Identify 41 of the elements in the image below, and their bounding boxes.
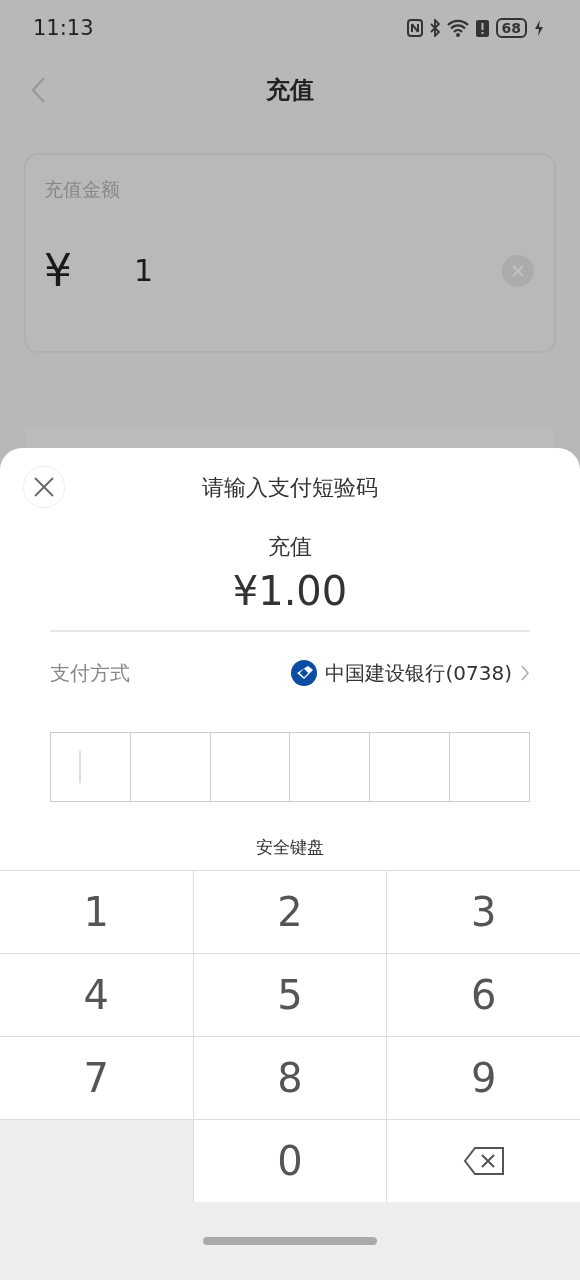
- bluetooth-icon: [429, 18, 440, 37]
- wifi-icon: [446, 18, 469, 37]
- code-digit-field[interactable]: [209, 732, 291, 802]
- clock-time: 11:13: [33, 15, 94, 40]
- digit-key[interactable]: 4: [0, 954, 193, 1036]
- code-digit-field[interactable]: [129, 732, 211, 802]
- digit-key[interactable]: 8: [193, 1037, 387, 1119]
- code-digit-field[interactable]: [289, 732, 371, 802]
- close-icon: [33, 476, 55, 498]
- digit-key[interactable]: 7: [0, 1037, 193, 1119]
- payment-amount: ¥1.00: [231, 568, 349, 614]
- payment-method-selector[interactable]: 中国建设银行(0738): [291, 659, 530, 687]
- charging-icon: [534, 18, 544, 37]
- amount-value: 1: [134, 253, 155, 288]
- digit-key[interactable]: 6: [387, 954, 580, 1036]
- battery-level: 68: [501, 19, 521, 36]
- digit-key[interactable]: 1: [0, 871, 193, 953]
- page-title: 充值: [266, 75, 314, 106]
- code-digit-field[interactable]: [449, 732, 530, 802]
- home-indicator[interactable]: [203, 1237, 377, 1245]
- keyboard-title: 安全键盘: [255, 836, 325, 859]
- code-digit-field[interactable]: [50, 732, 131, 802]
- close-button[interactable]: [23, 466, 65, 508]
- digit-key[interactable]: 5: [193, 954, 387, 1036]
- currency-symbol: ¥: [44, 245, 73, 296]
- bank-logo-icon: [291, 660, 318, 686]
- digit-key[interactable]: 3: [387, 871, 580, 953]
- backspace-icon: [462, 1146, 505, 1176]
- digit-key[interactable]: 2: [193, 871, 387, 953]
- code-digit-field[interactable]: [369, 732, 451, 802]
- backspace-key[interactable]: [387, 1120, 580, 1202]
- nfc-icon: [406, 18, 423, 37]
- digit-key[interactable]: 9: [387, 1037, 580, 1119]
- back-icon: [30, 76, 46, 104]
- chevron-right-icon: [520, 664, 530, 682]
- payment-purpose: 充值: [267, 533, 313, 561]
- payment-method-label: 支付方式: [50, 659, 130, 687]
- sheet-title: 请输入支付短验码: [202, 474, 378, 502]
- sim-alert-icon: [475, 18, 489, 37]
- bank-card-name: 中国建设银行(0738): [325, 659, 512, 687]
- digit-key[interactable]: 0: [193, 1120, 387, 1202]
